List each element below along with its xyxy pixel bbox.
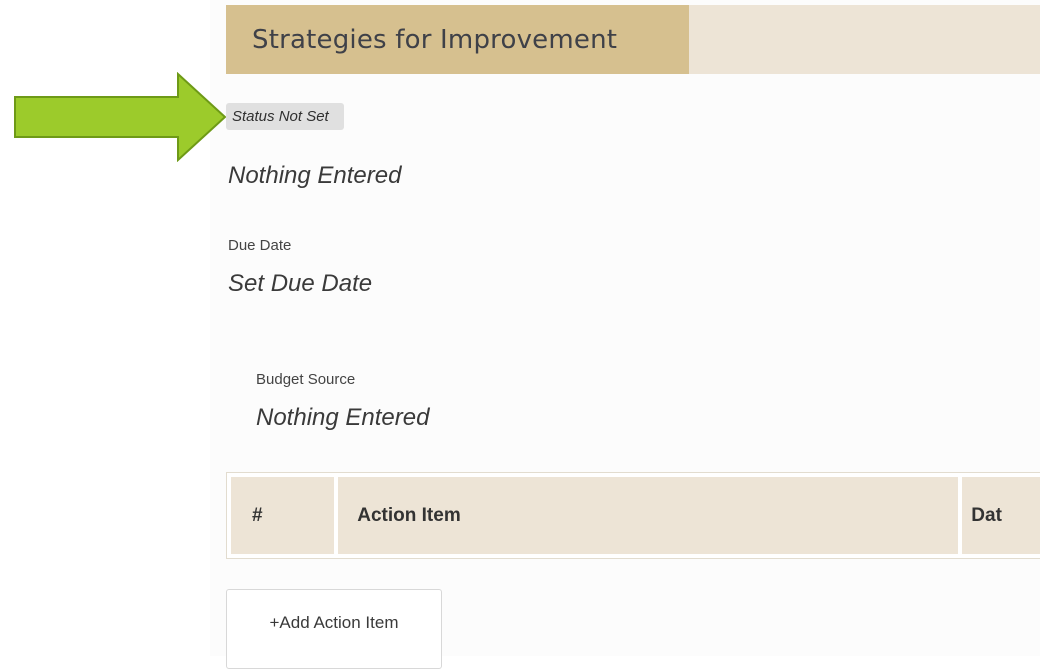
green-arrow-icon (14, 72, 227, 162)
add-action-item-button[interactable]: +Add Action Item (226, 589, 442, 669)
set-due-date-link[interactable]: Set Due Date (228, 270, 372, 298)
section-header: Strategies for Improvement (226, 5, 689, 74)
budget-source-label: Budget Source (256, 371, 356, 388)
table-header-row: # Action Item Dat (231, 477, 1040, 554)
budget-source-value[interactable]: Nothing Entered (256, 404, 429, 432)
column-header-action-item[interactable]: Action Item (338, 477, 959, 554)
column-header-number[interactable]: # (231, 477, 335, 554)
status-badge[interactable]: Status Not Set (226, 103, 344, 130)
column-header-date[interactable]: Dat (962, 477, 1040, 554)
strategy-description[interactable]: Nothing Entered (228, 162, 401, 190)
action-items-table: # Action Item Dat (226, 472, 1040, 559)
section-title: Strategies for Improvement (252, 24, 618, 55)
due-date-label: Due Date (228, 237, 292, 254)
